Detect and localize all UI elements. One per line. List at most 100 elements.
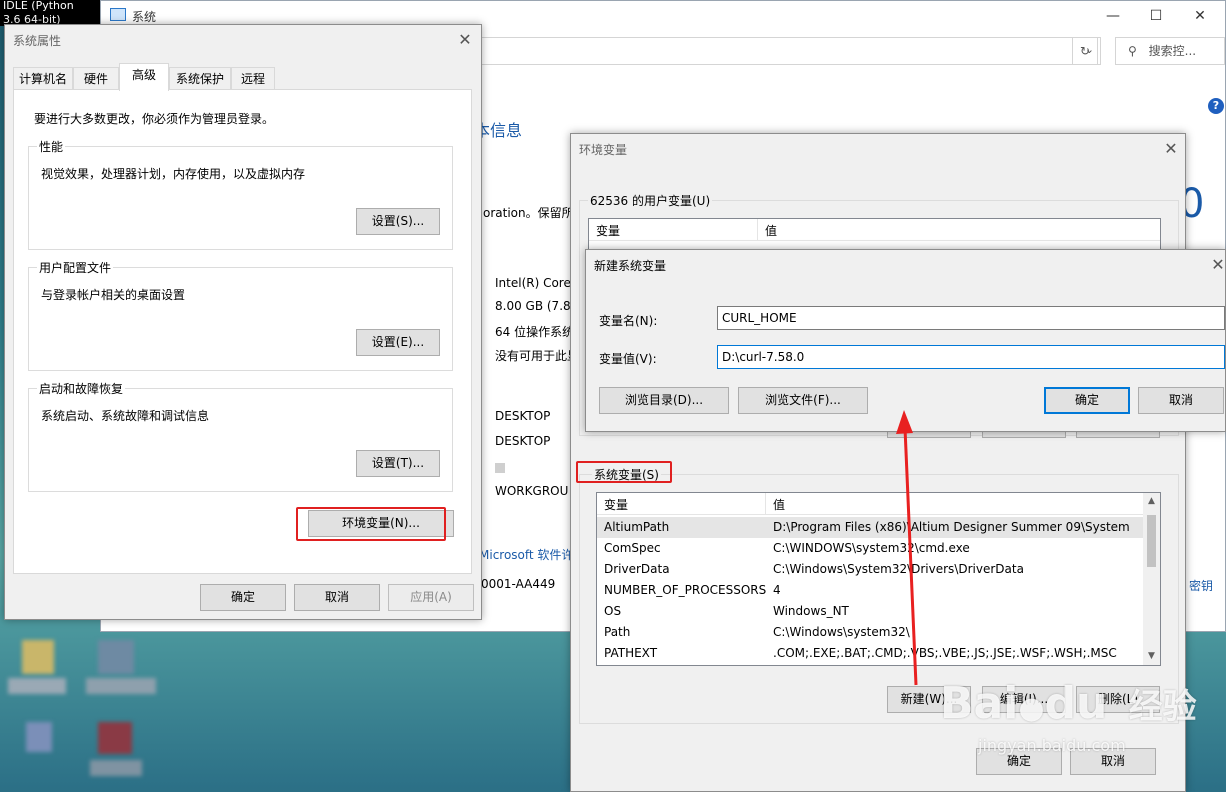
apply-button[interactable]: 应用(A) <box>388 584 474 611</box>
performance-group: 性能 视觉效果，处理器计划，内存使用，以及虚拟内存 设置(S)... <box>28 138 453 250</box>
row-variable: DriverData <box>604 562 670 576</box>
refresh-icon[interactable]: ↻ <box>1072 37 1098 65</box>
bg-small-square <box>495 463 505 473</box>
highlight-box-env-button <box>296 507 446 541</box>
variable-name-field[interactable]: CURL_HOME <box>717 306 1225 330</box>
row-value: Windows_NT <box>773 604 849 618</box>
dialog-title: 系统属性 <box>13 34 62 48</box>
close-icon[interactable]: ✕ <box>1210 252 1226 278</box>
user-profiles-label: 用户配置文件 <box>37 259 114 276</box>
column-value: 值 <box>773 498 786 512</box>
user-variables-label: 62536 的用户变量(U) <box>588 192 713 209</box>
user-profiles-settings-button[interactable]: 设置(E)... <box>356 329 440 356</box>
desktop-icon[interactable] <box>98 640 134 674</box>
row-variable: AltiumPath <box>604 520 670 534</box>
bg-key-link[interactable]: 密钥 <box>1189 577 1213 594</box>
arrow-shaft <box>903 427 918 686</box>
desktop-icon-label <box>86 678 156 694</box>
minimize-icon[interactable]: — <box>1096 5 1130 27</box>
baidu-watermark: Bai●du 经验 <box>940 682 1197 731</box>
bg-full-name: DESKTOP <box>495 434 551 448</box>
system-window-title: 系统 <box>132 10 157 24</box>
column-variable: 变量 <box>604 498 629 512</box>
tab-remote[interactable]: 远程 <box>231 67 275 90</box>
watermark-brand2: du <box>1044 678 1108 729</box>
arrow-head <box>896 410 913 434</box>
maximize-icon[interactable]: ☐ <box>1139 5 1173 27</box>
dialog-title: 新建系统变量 <box>594 259 667 273</box>
paw-icon: ● <box>1018 691 1045 726</box>
row-variable: ComSpec <box>604 541 661 555</box>
row-variable: PATHEXT <box>604 646 658 660</box>
red-arrow-annotation <box>896 410 918 686</box>
browse-file-button[interactable]: 浏览文件(F)... <box>738 387 868 414</box>
browse-directory-button[interactable]: 浏览目录(D)... <box>599 387 729 414</box>
help-icon[interactable]: ? <box>1208 98 1224 114</box>
cancel-button[interactable]: 取消 <box>1138 387 1224 414</box>
search-placeholder: 搜索控... <box>1148 44 1197 58</box>
tab-panel: 要进行大多数更改，你必须作为管理员登录。 性能 视觉效果，处理器计划，内存使用，… <box>13 89 472 574</box>
idle-title: IDLE (Python <box>3 0 74 12</box>
variable-value-field[interactable]: D:\curl-7.58.0 <box>717 345 1225 369</box>
startup-recovery-settings-button[interactable]: 设置(T)... <box>356 450 440 477</box>
cancel-button[interactable]: 取消 <box>294 584 380 611</box>
startup-recovery-desc: 系统启动、系统故障和调试信息 <box>41 409 210 423</box>
desktop-icon[interactable] <box>22 640 54 674</box>
startup-recovery-label: 启动和故障恢复 <box>37 380 126 397</box>
row-variable: NUMBER_OF_PROCESSORS <box>604 583 767 597</box>
scroll-thumb[interactable] <box>1147 515 1156 567</box>
close-icon[interactable]: ✕ <box>451 27 479 53</box>
idle-python-window-tab[interactable]: IDLE (Python 3.6 64-bit) <box>0 0 110 26</box>
row-value: D:\Program Files (x86)\Altium Designer S… <box>773 520 1130 534</box>
system-properties-dialog: 系统属性 ✕ 计算机名 硬件 高级 系统保护 远程 要进行大多数更改，你必须作为… <box>4 24 482 620</box>
scroll-down-icon[interactable]: ▼ <box>1143 648 1160 665</box>
desktop-icon[interactable] <box>26 722 52 752</box>
user-profiles-desc: 与登录帐户相关的桌面设置 <box>41 288 186 302</box>
watermark-cn: 经验 <box>1128 687 1197 727</box>
bg-copyright: oration。保留所 <box>483 206 574 220</box>
desktop-icon[interactable] <box>98 722 132 754</box>
row-value: .COM;.EXE;.BAT;.CMD;.VBS;.VBE;.JS;.JSE;.… <box>773 646 1117 660</box>
bg-processor: Intel(R) Core <box>495 276 571 290</box>
watermark-url: jingyan.baidu.com <box>978 736 1126 755</box>
performance-label: 性能 <box>37 138 66 155</box>
bg-pen-touch: 没有可用于此显 <box>495 349 580 363</box>
computer-icon <box>110 8 126 21</box>
row-variable: Path <box>604 625 631 639</box>
table-header: 变量 值 <box>589 219 1160 241</box>
variable-value-label: 变量值(V): <box>599 352 657 366</box>
search-input[interactable]: ⚲ 搜索控... <box>1115 37 1225 65</box>
dialog-title: 环境变量 <box>579 143 628 157</box>
column-variable: 变量 <box>596 224 621 238</box>
row-variable: OS <box>604 604 622 618</box>
highlight-box-system-variables <box>576 461 672 483</box>
close-icon[interactable]: ✕ <box>1183 5 1217 27</box>
search-icon: ⚲ <box>1128 44 1137 58</box>
ok-button[interactable]: 确定 <box>1044 387 1130 414</box>
variable-name-label: 变量名(N): <box>599 314 658 328</box>
tab-computer-name[interactable]: 计算机名 <box>13 67 73 90</box>
row-value: 4 <box>773 583 781 597</box>
bg-computer-name: DESKTOP <box>495 409 551 423</box>
admin-note: 要进行大多数更改，你必须作为管理员登录。 <box>34 112 275 126</box>
startup-recovery-group: 启动和故障恢复 系统启动、系统故障和调试信息 设置(T)... <box>28 380 453 492</box>
address-bar[interactable]: ⌄ <box>481 37 1101 65</box>
performance-settings-button[interactable]: 设置(S)... <box>356 208 440 235</box>
bg-system-type: 64 位操作系统 <box>495 325 575 339</box>
performance-desc: 视觉效果，处理器计划，内存使用，以及虚拟内存 <box>41 167 306 181</box>
bg-license-link[interactable]: Microsoft 软件许 <box>479 546 573 563</box>
tab-hardware[interactable]: 硬件 <box>73 67 119 90</box>
bg-product-id: 0001-AA449 <box>481 577 556 591</box>
ok-button[interactable]: 确定 <box>200 584 286 611</box>
scroll-up-icon[interactable]: ▲ <box>1143 493 1160 510</box>
bg-ram: 8.00 GB (7.89 <box>495 299 579 313</box>
column-value: 值 <box>765 224 778 238</box>
user-profiles-group: 用户配置文件 与登录帐户相关的桌面设置 设置(E)... <box>28 259 453 371</box>
bg-workgroup: WORKGROU <box>495 484 569 498</box>
tab-system-protection[interactable]: 系统保护 <box>169 67 231 90</box>
tab-advanced[interactable]: 高级 <box>119 63 169 91</box>
watermark-brand: Bai <box>940 678 1019 729</box>
desktop-icon-label <box>8 678 66 694</box>
table-scrollbar[interactable]: ▲ ▼ <box>1143 493 1160 665</box>
close-icon[interactable]: ✕ <box>1157 136 1185 162</box>
